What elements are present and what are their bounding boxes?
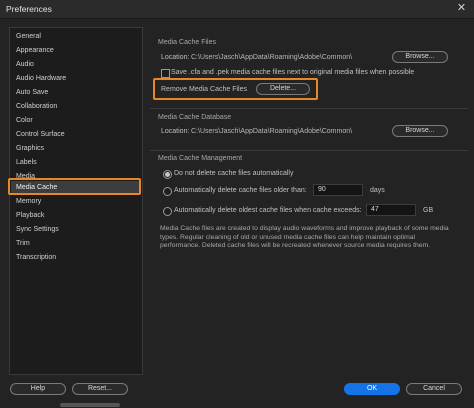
cache-description-text: Media Cache files are created to display…: [160, 225, 449, 249]
preferences-window: Preferences ✕ General Appearance Audio A…: [0, 0, 474, 408]
sidebar-item-color[interactable]: Color: [11, 114, 141, 127]
radio-delete-older-than-label: Automatically delete cache files older t…: [174, 187, 307, 194]
cache-db-location-label: Location:: [161, 128, 190, 135]
section-divider: [150, 150, 468, 151]
sidebar-item-audio-hardware[interactable]: Audio Hardware: [11, 72, 141, 85]
sidebar-item-transcription[interactable]: Transcription: [11, 251, 141, 264]
sidebar-item-playback[interactable]: Playback: [11, 209, 141, 222]
remove-cache-highlight-box: [153, 78, 318, 100]
sidebar-item-sync-settings[interactable]: Sync Settings: [11, 223, 141, 236]
radio-delete-when-exceeds[interactable]: [163, 207, 172, 216]
radio-delete-when-exceeds-label: Automatically delete oldest cache files …: [174, 207, 362, 214]
cache-files-location-label: Location:: [161, 54, 190, 61]
sidebar-item-labels[interactable]: Labels: [11, 156, 141, 169]
close-icon[interactable]: ✕: [455, 2, 468, 15]
radio-do-not-delete[interactable]: [163, 170, 172, 179]
reset-button[interactable]: Reset...: [72, 383, 128, 395]
days-input[interactable]: 90: [313, 184, 363, 196]
sidebar-item-audio[interactable]: Audio: [11, 58, 141, 71]
media-cache-database-title: Media Cache Database: [158, 114, 232, 121]
save-next-to-original-checkbox[interactable]: [161, 69, 170, 78]
gb-unit-label: GB: [423, 207, 434, 214]
help-button[interactable]: Help: [10, 383, 66, 395]
sidebar-item-control-surface[interactable]: Control Surface: [11, 128, 141, 141]
sidebar-item-auto-save[interactable]: Auto Save: [11, 86, 141, 99]
cancel-button[interactable]: Cancel: [406, 383, 462, 395]
sidebar-item-general[interactable]: General: [11, 30, 141, 43]
radio-do-not-delete-label: Do not delete cache files automatically: [174, 170, 294, 177]
save-next-to-original-label: Save .cfa and .pek media cache files nex…: [171, 69, 415, 76]
radio-delete-older-than[interactable]: [163, 187, 172, 196]
cache-db-browse-button[interactable]: Browse...: [392, 125, 448, 137]
media-cache-files-title: Media Cache Files: [158, 39, 216, 46]
sidebar-item-collaboration[interactable]: Collaboration: [11, 100, 141, 113]
gb-input[interactable]: 47: [366, 204, 416, 216]
window-title: Preferences: [6, 4, 52, 14]
cache-files-location-path: C:\Users\Jasch\AppData\Roaming\Adobe\Com…: [191, 54, 353, 61]
section-divider: [150, 108, 468, 109]
media-cache-management-title: Media Cache Management: [158, 155, 243, 162]
preferences-sidebar: General Appearance Audio Audio Hardware …: [9, 27, 143, 375]
sidebar-item-trim[interactable]: Trim: [11, 237, 141, 250]
sidebar-item-appearance[interactable]: Appearance: [11, 44, 141, 57]
cache-db-location-path: C:\Users\Jasch\AppData\Roaming\Adobe\Com…: [191, 128, 353, 135]
ok-button[interactable]: OK: [344, 383, 400, 395]
sidebar-highlight-box: [8, 178, 141, 195]
cache-files-browse-button[interactable]: Browse...: [392, 51, 448, 63]
sidebar-item-graphics[interactable]: Graphics: [11, 142, 141, 155]
sidebar-item-memory[interactable]: Memory: [11, 195, 141, 208]
title-bar: Preferences ✕: [0, 0, 474, 19]
days-unit-label: days: [370, 187, 385, 194]
horizontal-scrollbar[interactable]: [60, 403, 120, 407]
